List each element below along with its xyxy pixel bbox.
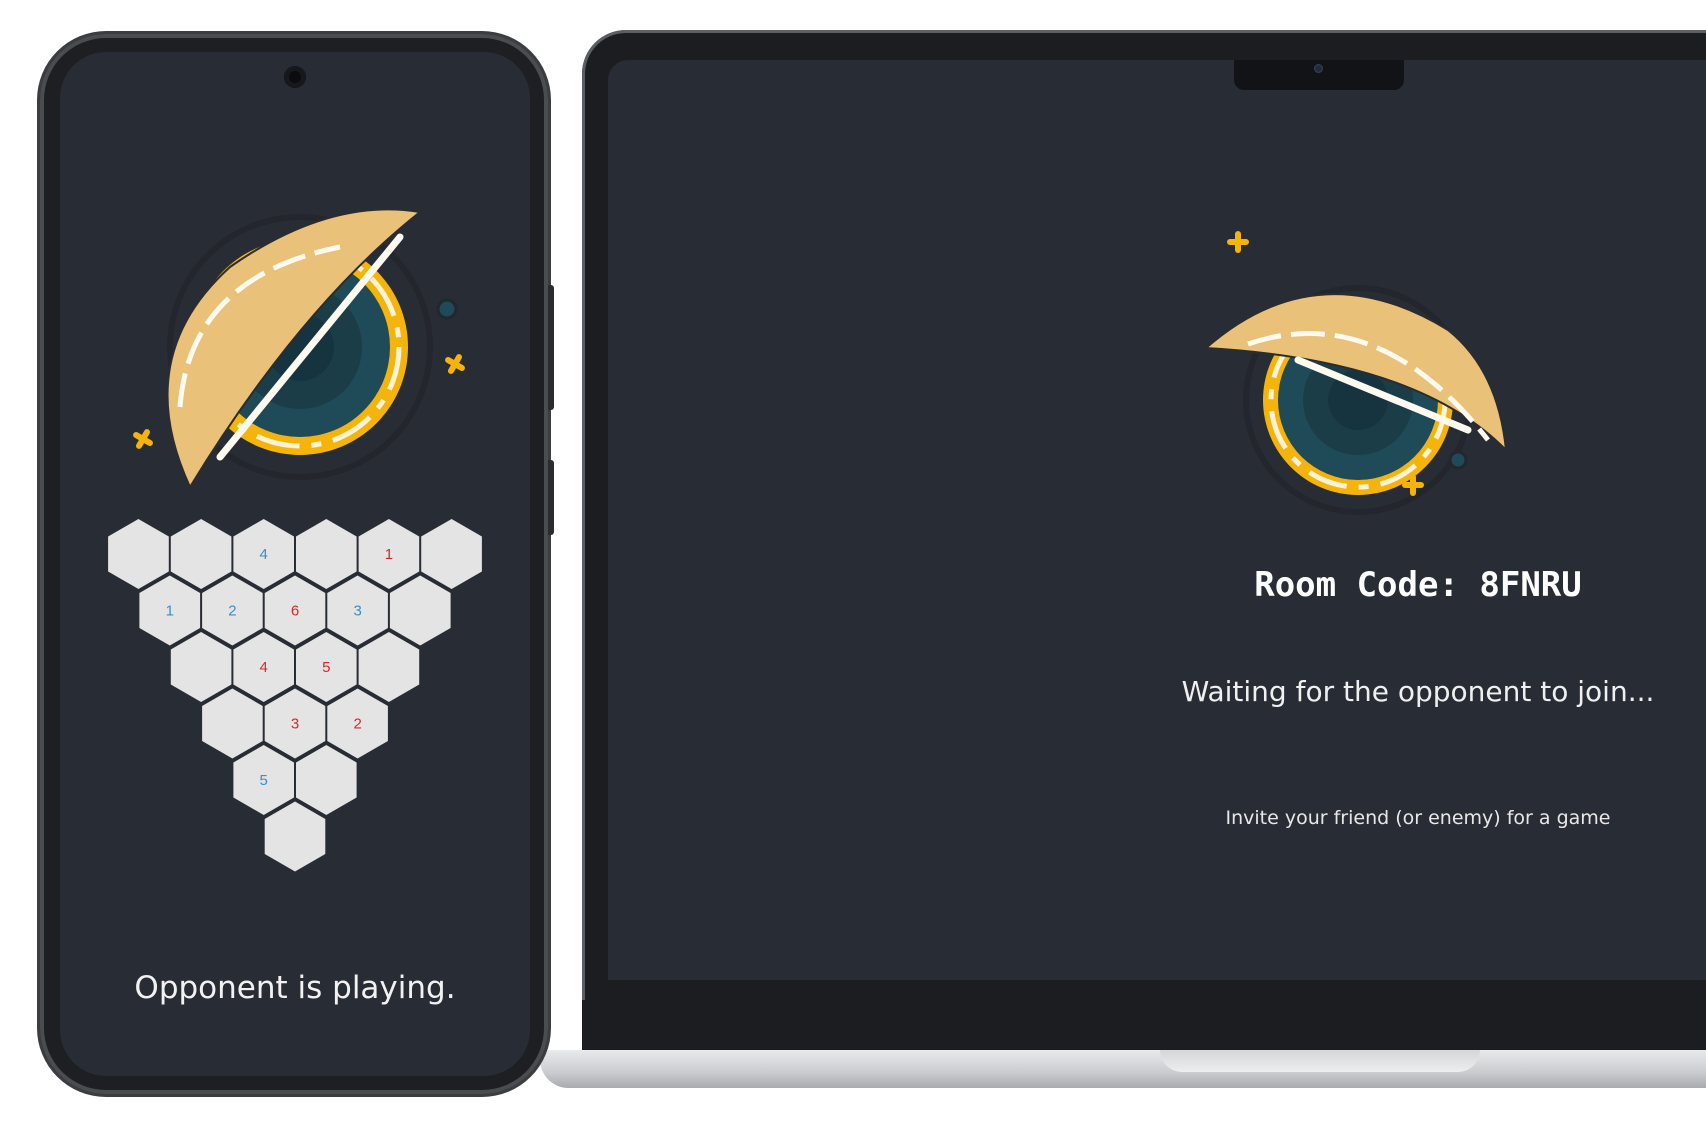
hex-cell[interactable] — [108, 519, 169, 589]
room-code-label: Room Code: 8FNRU — [1254, 565, 1582, 605]
planet-dot-icon — [1448, 450, 1468, 470]
hex-cell-shape[interactable] — [170, 632, 232, 702]
laptop-screen: Room Code: 8FNRU Waiting for the opponen… — [608, 60, 1706, 980]
hex-cell-value: 5 — [260, 772, 268, 789]
hex-cell[interactable] — [170, 519, 232, 589]
game-logo-icon — [1203, 231, 1508, 515]
phone-side-button — [548, 285, 554, 410]
invite-message: Invite your friend (or enemy) for a game — [1225, 807, 1611, 829]
laptop-lid-notch-cutout — [1160, 1050, 1480, 1072]
hex-cell[interactable]: 1 — [358, 519, 420, 589]
hex-cell-value: 6 — [291, 602, 299, 619]
hex-cell-shape[interactable] — [296, 519, 357, 589]
hex-cell[interactable]: 1 — [139, 575, 201, 646]
hex-cell[interactable]: 5 — [233, 745, 294, 815]
laptop-bezel-bottom — [582, 1000, 1706, 1052]
hex-cell[interactable]: 2 — [327, 688, 388, 759]
plus-sparkle-icon — [1227, 231, 1249, 253]
hex-cell[interactable]: 2 — [202, 575, 263, 646]
hex-cell[interactable]: 3 — [264, 688, 326, 759]
waiting-message: Waiting for the opponent to join... — [1181, 675, 1655, 708]
hex-cell-value: 2 — [353, 715, 361, 732]
hex-cell-shape[interactable] — [108, 519, 169, 589]
hex-cell[interactable] — [264, 801, 326, 872]
hex-cell[interactable]: 3 — [327, 575, 388, 646]
hex-cell-value: 1 — [385, 546, 393, 563]
hex-cell-shape[interactable] — [358, 632, 420, 702]
hex-cell[interactable]: 4 — [233, 519, 294, 589]
phone-screen: 4 1 1 2 6 3 4 5 3 2 5 Opponent is playing. — [60, 52, 530, 1076]
hex-cell-shape[interactable] — [421, 519, 482, 589]
hex-cell[interactable]: 4 — [233, 632, 294, 702]
phone-side-button — [548, 460, 554, 535]
hex-cell-shape[interactable] — [296, 745, 357, 815]
hex-cell-value: 1 — [166, 602, 174, 619]
hex-cell[interactable] — [389, 575, 451, 646]
hex-cell[interactable] — [170, 632, 232, 702]
hex-cell[interactable] — [358, 632, 420, 702]
hex-cell[interactable] — [421, 519, 482, 589]
game-logo-icon — [133, 208, 465, 490]
hex-cell-shape[interactable] — [389, 575, 451, 646]
hex-cell-value: 5 — [322, 659, 330, 676]
laptop-base — [540, 1050, 1706, 1088]
hex-cell-value: 4 — [260, 546, 268, 563]
waiting-room-view: Room Code: 8FNRU Waiting for the opponen… — [608, 60, 1706, 980]
hex-cell[interactable] — [296, 745, 357, 815]
planet-dot-icon — [436, 298, 458, 320]
game-status-message: Opponent is playing. — [134, 970, 456, 1006]
hex-cell[interactable]: 6 — [264, 575, 326, 646]
hex-cell-value: 3 — [353, 602, 361, 619]
hex-cell-value: 2 — [228, 602, 236, 619]
hex-board: 4 1 1 2 6 3 4 5 3 2 5 — [108, 519, 482, 872]
hex-cell-value: 3 — [291, 715, 299, 732]
hex-cell-shape[interactable] — [202, 688, 263, 759]
hex-cell-shape[interactable] — [264, 801, 326, 872]
hex-cell-shape[interactable] — [170, 519, 232, 589]
front-camera-icon — [284, 66, 306, 88]
hex-cell[interactable] — [296, 519, 357, 589]
hex-cell-value: 4 — [260, 659, 268, 676]
plus-sparkle-icon — [445, 354, 465, 374]
plus-sparkle-icon — [133, 429, 153, 449]
hex-cell[interactable] — [202, 688, 263, 759]
hex-cell[interactable]: 5 — [296, 632, 357, 702]
